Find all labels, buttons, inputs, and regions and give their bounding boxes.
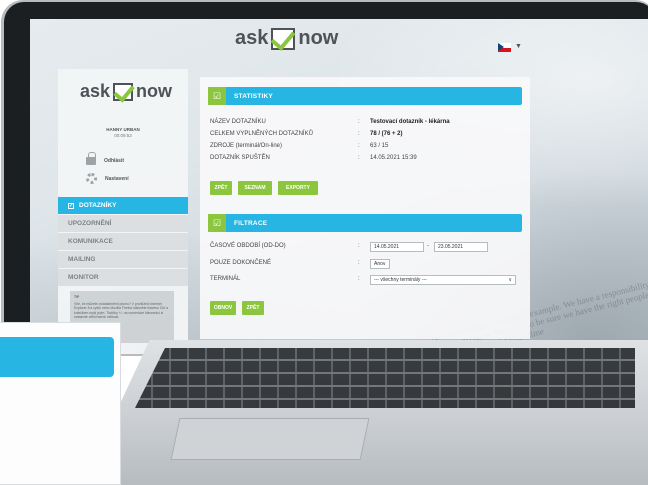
list-button[interactable]: SEZNAM [238,181,272,195]
laptop-trackpad [170,418,370,460]
sidebar-logo-text-left: ask [80,81,111,101]
chevron-down-icon: ∨ [508,277,512,283]
filter-label: ČASOVÉ OBDOBÍ (OD-DO) [210,243,286,249]
session-timer: 00:09:53 [114,133,132,138]
laptop-screen: for our managers to lead by example. We … [30,19,648,354]
stat-row: ZDROJE (terminál/On-line) : 63 / 15 [210,143,520,151]
logo-text-left: ask [235,27,269,49]
sidebar-item-dotazniky[interactable]: ✓ DOTAZNÍKY [58,197,188,214]
logout-label: Odhlásit [104,158,125,164]
logo-check-icon [271,27,296,50]
stat-row: CELKEM VYPLNĚNÝCH DOTAZNÍKŮ : 78 / (76 +… [210,131,520,139]
header-logo[interactable]: ask now [235,27,338,50]
sidebar-logo-text-right: now [136,81,173,101]
sidebar-nav: ✓ DOTAZNÍKY UPOZORNĚNÍ KOMUNIKACE MAILIN… [58,197,188,287]
sidebar-item-label: DOTAZNÍKY [79,202,117,209]
main-panel: ☑ STATISTIKY NÁZEV DOTAZNÍKU : Testovací… [200,77,530,339]
checkbox-icon: ☑ [208,214,226,232]
foreground-window-header [0,337,114,377]
logo-text-right: now [298,27,339,49]
exports-button[interactable]: EXPORTY [278,181,318,195]
sidebar-item-monitor[interactable]: MONITOR [58,269,188,286]
filter-row-completed: POUZE DOKONČENÉ : [210,260,360,266]
completed-select[interactable]: Ano ∨ [370,259,390,269]
language-dropdown-caret-icon[interactable]: ▼ [515,43,522,50]
stat-value: Testovací dotazník - lékárna [370,119,450,125]
foreground-window [0,322,121,485]
filter-label: POUZE DOKONČENÉ [210,260,272,266]
tip-text: Víte, že můžete ovládat/měnit písmo? V p… [74,301,169,320]
tip-title: TIP [74,295,80,299]
statistiky-header: ☑ STATISTIKY [208,87,522,105]
filtrace-title: FILTRACE [234,219,268,227]
flag-cz-icon[interactable] [498,43,511,52]
stat-value: 78 / (76 + 2) [370,131,403,137]
date-from-input[interactable]: 14.05.2021 [370,242,424,252]
sidebar-item-label: MONITOR [68,274,99,281]
sidebar-item-label: UPOZORNĚNÍ [68,220,112,227]
stat-value: 14.05.2021 15:39 [370,155,417,161]
stat-row: NÁZEV DOTAZNÍKU : Testovací dotazník - l… [210,119,520,127]
filter-label: TERMINÁL [210,276,241,282]
sidebar-item-label: MAILING [68,256,96,263]
checkbox-icon: ☑ [208,87,226,105]
settings-label: Nastavení [105,175,129,182]
filter-back-button[interactable]: ZPĚT [242,301,264,315]
filtrace-header: ☑ FILTRACE [208,214,522,232]
terminal-select[interactable]: --- všechny terminály --- ∨ [370,275,516,285]
statistiky-title: STATISTIKY [234,92,273,100]
sidebar-logo[interactable]: ask now [80,81,172,102]
sidebar-item-label: KOMUNIKACE [68,238,113,245]
stat-label: CELKEM VYPLNĚNÝCH DOTAZNÍKŮ [210,131,313,137]
stat-label: ZDROJE (terminál/On-line) [210,143,283,149]
laptop-keyboard [135,348,635,408]
sidebar-item-upozorneni[interactable]: UPOZORNĚNÍ [58,215,188,232]
stat-value: 63 / 15 [370,143,389,149]
stat-label: DOTAZNÍK SPUŠTĚN [210,155,270,161]
checkbox-icon: ✓ [68,202,74,209]
terminal-select-value: --- všechny terminály --- [374,277,427,283]
date-to-input[interactable]: 23.05.2021 [434,242,488,252]
logout-button[interactable]: Odhlásit [86,152,125,165]
refresh-button[interactable]: OBNOV [210,301,236,315]
chevron-down-icon: ∨ [382,261,386,267]
sidebar-item-komunikace[interactable]: KOMUNIKACE [58,233,188,250]
lock-icon [86,152,96,165]
settings-button[interactable]: Nastavení [86,173,129,184]
stat-label: NÁZEV DOTAZNÍKU [210,119,266,125]
sidebar: ask now HANNY URBAN 00:09:53 Odhlásit Na… [58,69,188,354]
back-button[interactable]: ZPĚT [210,181,232,195]
stat-row: DOTAZNÍK SPUŠTĚN : 14.05.2021 15:39 [210,155,520,163]
sidebar-item-mailing[interactable]: MAILING [58,251,188,268]
sidebar-logo-check-icon [113,82,134,101]
gear-icon [86,173,97,184]
